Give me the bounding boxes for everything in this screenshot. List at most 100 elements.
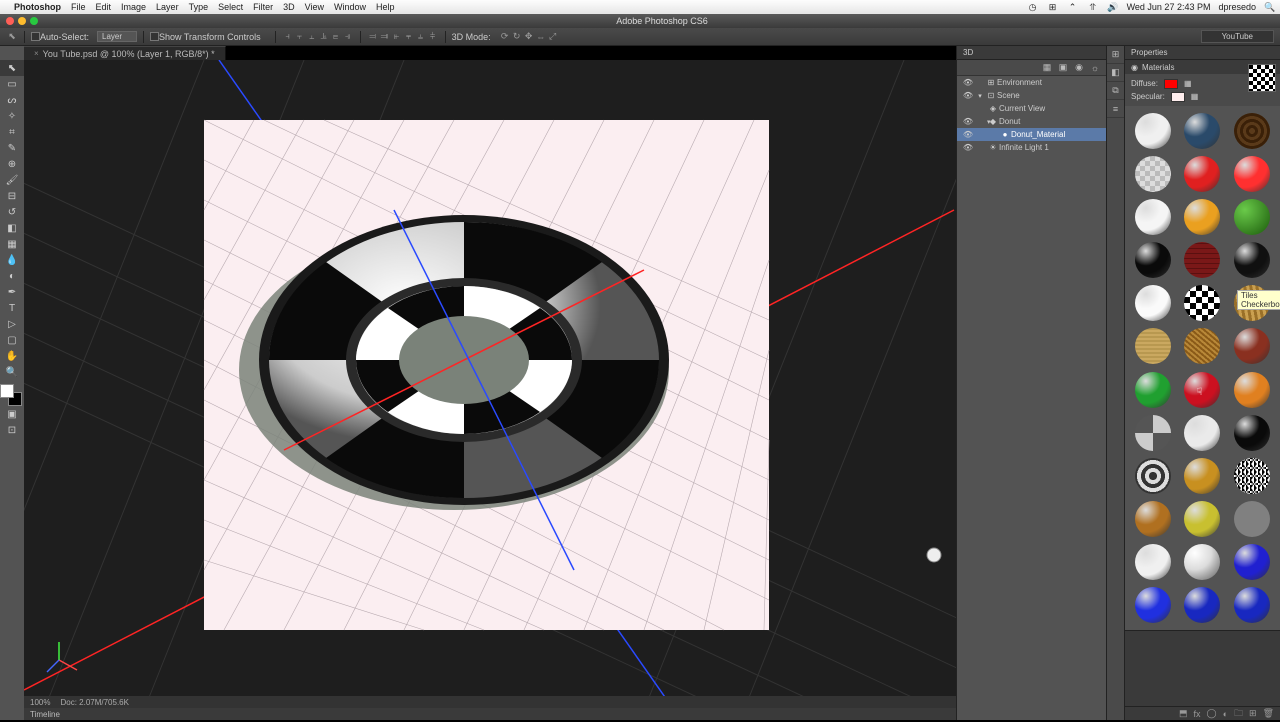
pen-tool[interactable]: ✒ [0,284,24,300]
collapsed-panel-icon[interactable]: ⧉ [1107,82,1124,100]
align-icon[interactable]: ⫞ [282,31,294,43]
panel-3d-tab[interactable]: 3D [957,46,1106,60]
wifi-icon[interactable]: ⥣ [1087,1,1099,13]
material-preset[interactable] [1135,285,1171,321]
menu-filter[interactable]: Filter [253,2,273,12]
document-tab[interactable]: × You Tube.psd @ 100% (Layer 1, RGB/8*) … [24,46,226,60]
filter-mesh-icon[interactable]: ▣ [1058,63,1068,73]
canvas[interactable] [24,60,956,700]
menubar-extra-icon[interactable]: ◷ [1027,1,1039,13]
footer-icon[interactable]: ⬒ [1179,708,1188,719]
material-preset[interactable] [1135,113,1171,149]
material-preset[interactable] [1234,113,1270,149]
material-preset[interactable] [1184,415,1220,451]
3d-orbit-icon[interactable]: ⟳ [499,31,511,43]
volume-icon[interactable]: 🔊 [1107,1,1119,13]
type-tool[interactable]: T [0,300,24,316]
scene-tree-item[interactable]: 👁●Donut_Material [957,128,1106,141]
eraser-tool[interactable]: ◧ [0,220,24,236]
folder-icon[interactable]: 🗀 [1234,706,1243,722]
menu-view[interactable]: View [305,2,324,12]
history-brush-tool[interactable]: ↺ [0,204,24,220]
material-preset[interactable]: ☟ [1184,372,1220,408]
material-preview-sphere[interactable] [1248,64,1276,92]
align-icon[interactable]: ⫠ [306,31,318,43]
specular-texture-icon[interactable]: ▦ [1191,92,1199,101]
menu-layer[interactable]: Layer [156,2,179,12]
distribute-icon[interactable]: ⫨ [415,31,427,43]
workspace-switcher[interactable]: YouTube [1201,30,1274,43]
minimize-button[interactable] [18,17,26,25]
3d-pan-icon[interactable]: ✥ [523,31,535,43]
scene-tree-item[interactable]: 👁☀Infinite Light 1 [957,141,1106,154]
fx-icon[interactable]: fx [1193,709,1200,719]
close-button[interactable] [6,17,14,25]
material-preset[interactable] [1135,156,1171,192]
zoom-tool[interactable]: 🔍 [0,364,24,380]
material-preset[interactable] [1184,544,1220,580]
lasso-tool[interactable]: ᔕ [0,92,24,108]
scene-tree-item[interactable]: 👁⊞Environment [957,76,1106,89]
material-preset[interactable] [1135,415,1171,451]
menu-select[interactable]: Select [218,2,243,12]
menu-3d[interactable]: 3D [283,2,295,12]
diffuse-swatch[interactable] [1164,79,1178,89]
gradient-tool[interactable]: ▦ [0,236,24,252]
new-icon[interactable]: ⊞ [1249,708,1257,719]
distribute-icon[interactable]: ⫧ [403,31,415,43]
doc-info[interactable]: Doc: 2.07M/705.6K [60,698,128,707]
material-preset[interactable] [1184,328,1220,364]
material-preset[interactable] [1184,458,1220,494]
3d-scale-icon[interactable]: ⤢ [547,31,559,43]
filter-scene-icon[interactable]: ▦ [1042,63,1052,73]
menubar-extra-icon[interactable]: ⊞ [1047,1,1059,13]
material-presets-grid[interactable]: ☟Tiles Checkerboard [1125,106,1280,630]
material-preset[interactable] [1135,328,1171,364]
material-preset[interactable] [1135,372,1171,408]
material-preset[interactable] [1184,199,1220,235]
diffuse-texture-icon[interactable]: ▦ [1184,79,1192,88]
trash-icon[interactable]: 🗑 [1263,708,1274,719]
crop-tool[interactable]: ⌗ [0,124,24,140]
menu-edit[interactable]: Edit [96,2,112,12]
dodge-tool[interactable]: ◐ [0,268,24,284]
material-preset[interactable] [1184,285,1220,321]
menu-image[interactable]: Image [121,2,146,12]
eyedropper-tool[interactable]: ✎ [0,140,24,156]
stamp-tool[interactable]: ⊟ [0,188,24,204]
scene-tree-item[interactable]: 👁▾⊡Scene [957,89,1106,102]
align-icon[interactable]: ⫢ [330,31,342,43]
material-preset[interactable] [1234,285,1270,321]
path-tool[interactable]: ▷ [0,316,24,332]
scene-tree[interactable]: 👁⊞Environment👁▾⊡Scene◈Current View👁▾◆Don… [957,76,1106,720]
showtransform-checkbox[interactable] [150,32,159,41]
shape-tool[interactable]: ▢ [0,332,24,348]
menubar-user[interactable]: dpresedo [1218,2,1256,12]
app-menu[interactable]: Photoshop [14,2,61,12]
menubar-clock[interactable]: Wed Jun 27 2:43 PM [1127,2,1211,12]
material-preset[interactable] [1234,372,1270,408]
screenmode-tool[interactable]: ⊡ [0,422,24,438]
align-icon[interactable]: ⫟ [294,31,306,43]
distribute-icon[interactable]: ⫩ [427,31,439,43]
collapsed-panel-icon[interactable]: ◧ [1107,64,1124,82]
timeline-panel[interactable]: Timeline [24,708,956,720]
blur-tool[interactable]: 💧 [0,252,24,268]
collapsed-panel-icon[interactable]: ⊞ [1107,46,1124,64]
material-preset[interactable] [1135,242,1171,278]
material-preset[interactable] [1234,415,1270,451]
specular-swatch[interactable] [1171,92,1185,102]
menu-type[interactable]: Type [189,2,209,12]
fgbg-swatch[interactable] [0,384,22,406]
align-icon[interactable]: ⫡ [318,31,330,43]
bluetooth-icon[interactable]: ⌃ [1067,1,1079,13]
material-preset[interactable] [1234,587,1270,623]
autoselect-dropdown[interactable]: Layer [97,31,137,42]
distribute-icon[interactable]: ⫤ [367,31,379,43]
brush-tool[interactable]: 🖌 [0,172,24,188]
filter-material-icon[interactable]: ◉ [1074,63,1084,73]
material-preset[interactable] [1234,242,1270,278]
adjustment-icon[interactable]: ◐ [1223,709,1228,719]
material-preset[interactable] [1184,242,1220,278]
wand-tool[interactable]: ✧ [0,108,24,124]
